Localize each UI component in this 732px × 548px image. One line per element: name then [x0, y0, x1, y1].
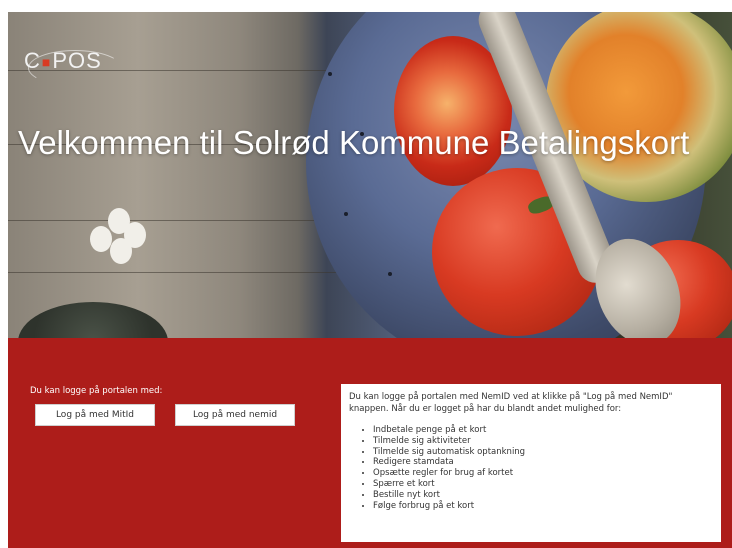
mitid-login-button[interactable]: Log på med MitId [35, 404, 155, 426]
logo-c: C [24, 48, 41, 73]
login-prompt: Du kan logge på portalen med: [30, 386, 163, 396]
wood-plank-line [8, 220, 338, 221]
cpos-logo: C■POS [24, 48, 102, 74]
plate-speckle [328, 72, 332, 76]
feature-item: Bestille nyt kort [373, 490, 713, 501]
info-intro: Du kan logge på portalen med NemID ved a… [349, 392, 673, 414]
feature-item: Tilmelde sig automatisk optankning [373, 447, 713, 458]
logo-dot-icon: ■ [41, 54, 52, 71]
feature-item: Redigere stamdata [373, 457, 713, 468]
hero-banner: C■POS Velkommen til Solrød Kommune Betal… [8, 12, 732, 338]
nemid-login-button[interactable]: Log på med nemid [175, 404, 295, 426]
feature-item: Følge forbrug på et kort [373, 501, 713, 512]
flower-icon [90, 208, 150, 268]
feature-item: Spærre et kort [373, 479, 713, 490]
feature-item: Tilmelde sig aktiviteter [373, 436, 713, 447]
login-panel: Du kan logge på portalen med: Log på med… [8, 338, 732, 548]
plate-speckle [388, 272, 392, 276]
logo-pos: POS [52, 48, 102, 73]
bowl-image [18, 302, 168, 338]
plate-speckle [344, 212, 348, 216]
feature-list: Indbetale penge på et kort Tilmelde sig … [349, 425, 713, 511]
feature-item: Indbetale penge på et kort [373, 425, 713, 436]
info-box: Du kan logge på portalen med NemID ved a… [341, 384, 721, 542]
page-title: Velkommen til Solrød Kommune Betalingsko… [18, 124, 690, 161]
wood-plank-line [8, 272, 338, 273]
feature-item: Opsætte regler for brug af kortet [373, 468, 713, 479]
